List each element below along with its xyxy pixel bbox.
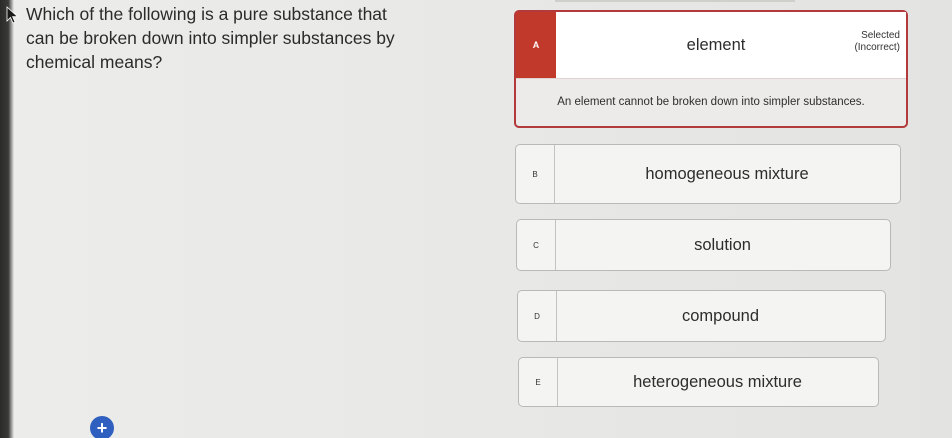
- answer-option-e[interactable]: E heterogeneous mixture: [518, 357, 879, 407]
- answer-option-c[interactable]: C solution: [516, 219, 891, 271]
- status-selected: Selected: [861, 30, 900, 41]
- option-letter-d: D: [518, 291, 557, 341]
- quiz-page: Which of the following is a pure substan…: [0, 0, 952, 438]
- plus-icon: +: [96, 418, 108, 438]
- answer-feedback: An element cannot be broken down into si…: [557, 96, 865, 108]
- add-button[interactable]: +: [90, 416, 114, 438]
- option-letter-a: A: [516, 12, 556, 78]
- option-label-b: homogeneous mixture: [645, 164, 809, 183]
- left-edge-shadow: [0, 0, 14, 438]
- selection-status: Selected (Incorrect): [854, 30, 900, 54]
- option-label-e: heterogeneous mixture: [633, 372, 802, 391]
- option-letter-e: E: [519, 358, 558, 406]
- option-label-d: compound: [681, 306, 760, 325]
- top-divider: [555, 0, 795, 2]
- option-label-c: solution: [694, 235, 751, 254]
- option-letter-c: C: [517, 220, 556, 270]
- answer-option-d[interactable]: D compound: [517, 290, 886, 342]
- mouse-pointer-icon: [6, 6, 19, 24]
- option-label-a: element: [686, 35, 746, 54]
- answer-option-a-header[interactable]: A element Selected (Incorrect): [516, 12, 906, 79]
- status-incorrect: (Incorrect): [854, 42, 900, 53]
- option-letter-b: B: [516, 145, 555, 203]
- answer-option-a[interactable]: A element Selected (Incorrect) An elemen…: [514, 10, 908, 128]
- question-text: Which of the following is a pure substan…: [26, 4, 395, 72]
- answer-option-b[interactable]: B homogeneous mixture: [515, 144, 901, 204]
